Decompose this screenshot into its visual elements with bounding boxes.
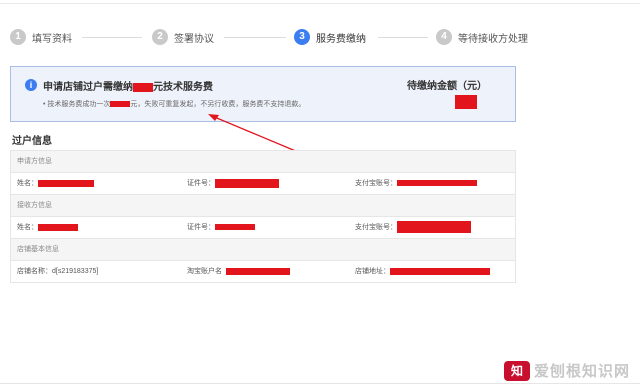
notice-desc-suffix: 元，失败可重复发起，不另行收费，服务费不支持退款。: [130, 101, 306, 108]
step-connector: [224, 37, 286, 38]
step-4: 4 等待接收方处理: [436, 27, 528, 47]
step-progress: 1 填写资料 2 签署协议 3 服务费缴纳 4 等待接收方处理: [10, 27, 530, 47]
fee-notice: i 申请店铺过户需缴纳 元技术服务费 • 技术服务费成功一次 元，失败可重复发起，不…: [10, 66, 516, 122]
step-connector: [378, 37, 428, 38]
step-3-number: 3: [294, 29, 310, 45]
watermark-text: 爱刨根知识网: [533, 363, 630, 380]
shop-account-label: 淘宝账户名: [187, 268, 222, 275]
info-icon: i: [25, 79, 37, 91]
applicant-name-label: 姓名：: [17, 180, 38, 187]
redacted-value: [38, 179, 94, 187]
step-2-number: 2: [152, 29, 168, 45]
redacted-amount: [110, 101, 131, 108]
redacted-pending-amount: [455, 95, 477, 109]
redacted-value: [38, 223, 78, 231]
receiver-id-cell: 证件号：: [187, 217, 255, 238]
notice-description: • 技术服务费成功一次 元，失败可重复发起，不另行收费，服务费不支持退款。: [43, 99, 305, 109]
step-3-label: 服务费缴纳: [316, 33, 366, 45]
step-2: 2 签署协议: [152, 27, 214, 47]
transfer-info-table: 申请方信息 姓名： 证件号： 支付宝账号： 接收方信息 姓名： 证件号： 支付宝…: [10, 150, 516, 283]
redacted-value: [397, 180, 477, 187]
step-1-number: 1: [10, 29, 26, 45]
receiver-alipay-label: 支付宝账号：: [355, 224, 397, 231]
step-1-label: 填写资料: [32, 33, 72, 45]
applicant-row: 姓名： 证件号： 支付宝账号：: [11, 173, 515, 195]
notice-desc-prefix: • 技术服务费成功一次: [43, 101, 111, 108]
step-4-label: 等待接收方处理: [458, 33, 528, 45]
shop-name-label: 店铺名称：: [17, 268, 52, 275]
top-divider: [0, 3, 640, 4]
shop-name-cell: 店铺名称：d[s219183375]: [17, 261, 98, 282]
step-2-label: 签署协议: [174, 33, 214, 45]
step-1: 1 填写资料: [10, 27, 72, 47]
applicant-id-cell: 证件号：: [187, 173, 279, 194]
applicant-heading: 申请方信息: [11, 151, 515, 173]
shop-heading: 店铺基本信息: [11, 239, 515, 261]
shop-address-cell: 店铺地址：: [355, 261, 490, 282]
applicant-alipay-cell: 支付宝账号：: [355, 173, 477, 194]
step-4-number: 4: [436, 29, 452, 45]
watermark-logo-icon: 知: [503, 360, 530, 381]
notice-title-suffix: 元技术服务费: [153, 82, 213, 93]
transfer-info-title: 过户信息: [12, 136, 52, 147]
receiver-heading: 接收方信息: [11, 195, 515, 217]
applicant-id-label: 证件号：: [187, 180, 215, 187]
shop-address-label: 店铺地址：: [355, 268, 390, 275]
shop-name-value: d[s219183375]: [52, 268, 99, 275]
shop-row: 店铺名称：d[s219183375] 淘宝账户名 店铺地址：: [11, 261, 515, 282]
redacted-amount: [133, 82, 153, 92]
bottom-divider: [0, 383, 640, 384]
redacted-value: [226, 267, 290, 275]
redacted-value: [215, 224, 255, 231]
receiver-alipay-cell: 支付宝账号：: [355, 217, 471, 238]
notice-title-prefix: 申请店铺过户需缴纳: [43, 82, 133, 93]
notice-title: 申请店铺过户需缴纳 元技术服务费: [43, 78, 213, 93]
redacted-value: [390, 267, 490, 275]
shop-account-cell: 淘宝账户名: [187, 261, 290, 282]
applicant-alipay-label: 支付宝账号：: [355, 180, 397, 187]
receiver-name-label: 姓名：: [17, 224, 38, 231]
applicant-name-cell: 姓名：: [17, 173, 94, 194]
redacted-value: [397, 221, 471, 234]
receiver-id-label: 证件号：: [187, 224, 215, 231]
redacted-value: [215, 178, 279, 188]
receiver-row: 姓名： 证件号： 支付宝账号：: [11, 217, 515, 239]
pending-amount-label: 待缴纳金额（元）: [407, 81, 487, 92]
step-3: 3 服务费缴纳: [294, 27, 366, 47]
step-connector: [82, 37, 142, 38]
watermark: 知 爱刨根知识网: [503, 360, 630, 381]
receiver-name-cell: 姓名：: [17, 217, 78, 238]
